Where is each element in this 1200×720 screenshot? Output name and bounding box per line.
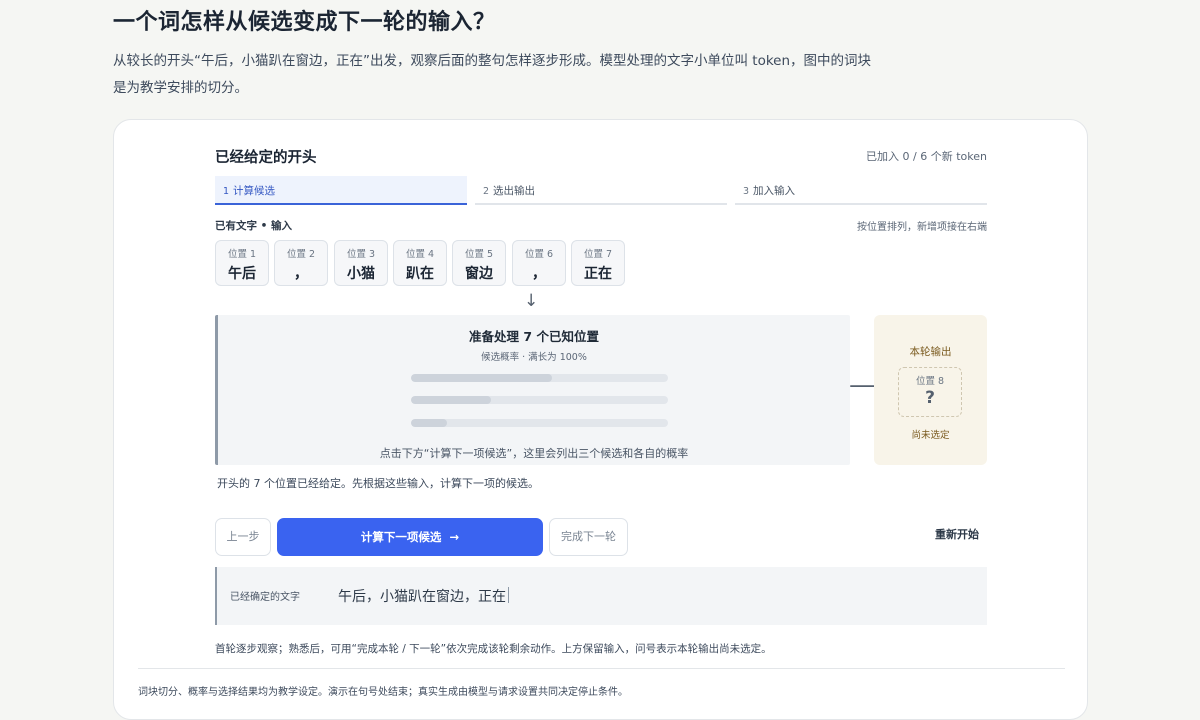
placeholder-bar-fill bbox=[411, 396, 491, 404]
step-append-input: 3 加入输入 bbox=[735, 176, 987, 205]
token-chip: 位置 3 小猫 bbox=[334, 240, 388, 286]
existing-text-label: 已有文字 • 输入 bbox=[215, 220, 293, 232]
output-position: 位置 8 bbox=[915, 376, 945, 387]
token-text: 午后 bbox=[228, 266, 256, 282]
token-text: ， bbox=[532, 266, 546, 282]
question-mark-icon: ? bbox=[925, 388, 935, 408]
prev-button[interactable]: 上一步 bbox=[215, 518, 271, 556]
placeholder-bar bbox=[411, 419, 668, 427]
text-cursor bbox=[508, 587, 509, 603]
demo-card: 已经给定的开头 已加入 0 / 6 个新 token 1 计算候选 2 选出输出 3… bbox=[113, 119, 1088, 720]
output-slot: 位置 8 ? bbox=[898, 367, 962, 417]
token-position: 位置 2 bbox=[286, 249, 316, 260]
token-position: 位置 3 bbox=[346, 249, 376, 260]
footer-hint: 首轮逐步观察；熟悉后，可用“完成本轮 / 下一轮”依次完成该轮剩余动作。上方保留… bbox=[215, 643, 772, 655]
token-position: 位置 1 bbox=[227, 249, 257, 260]
placeholder-bar-fill bbox=[411, 419, 447, 427]
step-note: 开头的 7 个位置已经给定。先根据这些输入，计算下一项的候选。 bbox=[217, 477, 539, 490]
token-chip: 位置 7 正在 bbox=[571, 240, 625, 286]
token-text: 正在 bbox=[584, 266, 612, 282]
step-select-output: 2 选出输出 bbox=[475, 176, 727, 205]
placeholder-bar-fill bbox=[411, 374, 553, 382]
footer-note: 词块切分、概率与选择结果均为教学设定。演示在句号处结束；真实生成由模型与请求设置… bbox=[138, 687, 628, 698]
token-text: 窗边 bbox=[465, 266, 493, 282]
token-position: 位置 7 bbox=[583, 249, 613, 260]
divider bbox=[138, 668, 1065, 669]
compute-candidates-button[interactable]: 计算下一项候选 → bbox=[277, 518, 543, 556]
output-panel: 本轮输出 位置 8 ? 尚未选定 bbox=[874, 315, 987, 465]
step-number: 2 bbox=[483, 186, 490, 197]
step-number: 1 bbox=[223, 186, 230, 197]
confirmed-text-label: 已经确定的文字 bbox=[230, 592, 300, 603]
token-chip: 位置 1 午后 bbox=[215, 240, 269, 286]
order-hint: 按位置排列，新增项接在右端 bbox=[857, 222, 987, 233]
output-status: 尚未选定 bbox=[911, 430, 950, 441]
page-description: 从较长的开头“午后，小猫趴在窗边，正在”出发，观察后面的整句怎样逐步形成。模型处… bbox=[113, 53, 872, 96]
step-tabs: 1 计算候选 2 选出输出 3 加入输入 bbox=[215, 176, 987, 206]
token-text: 小猫 bbox=[347, 266, 375, 282]
token-text: ， bbox=[294, 266, 308, 282]
step-compute-candidates: 1 计算候选 bbox=[215, 176, 467, 205]
step-label: 选出输出 bbox=[493, 185, 536, 197]
arrow-right-icon: → bbox=[449, 530, 460, 544]
step-label: 计算候选 bbox=[233, 185, 276, 197]
token-chip: 位置 2 ， bbox=[274, 240, 328, 286]
step-number: 3 bbox=[743, 186, 750, 197]
page-title: 一个词怎样从候选变成下一轮的输入？ bbox=[113, 10, 496, 35]
candidate-panel-subtitle: 候选概率 · 满长为 100% bbox=[481, 352, 587, 363]
restart-button[interactable]: 重新开始 bbox=[927, 516, 987, 554]
compute-button-label: 计算下一项候选 bbox=[360, 530, 442, 544]
token-position: 位置 6 bbox=[524, 249, 554, 260]
placeholder-bar bbox=[411, 396, 668, 404]
token-position: 位置 5 bbox=[464, 249, 494, 260]
token-position: 位置 4 bbox=[405, 249, 435, 260]
placeholder-bar bbox=[411, 374, 668, 382]
token-chip: 位置 6 ， bbox=[512, 240, 566, 286]
output-title: 本轮输出 bbox=[909, 346, 952, 358]
token-counter: 已加入 0 / 6 个新 token bbox=[866, 150, 987, 163]
token-chip: 位置 5 窗边 bbox=[452, 240, 506, 286]
section-title: 已经给定的开头 bbox=[215, 150, 317, 166]
arrow-down-icon: ↓ bbox=[524, 291, 539, 311]
token-chip: 位置 4 趴在 bbox=[393, 240, 447, 286]
confirmed-text-value: 午后，小猫趴在窗边，正在 bbox=[338, 586, 509, 606]
candidate-panel-title: 准备处理 7 个已知位置 bbox=[469, 329, 599, 344]
candidate-panel: 准备处理 7 个已知位置 候选概率 · 满长为 100% 点击下方“计算下一项候… bbox=[215, 315, 850, 465]
token-text: 趴在 bbox=[406, 266, 434, 282]
confirmed-text-box: 已经确定的文字 午后，小猫趴在窗边，正在 bbox=[215, 567, 987, 625]
step-label: 加入输入 bbox=[753, 185, 796, 197]
confirmed-text: 午后，小猫趴在窗边，正在 bbox=[338, 589, 506, 605]
finish-round-button[interactable]: 完成下一轮 bbox=[549, 518, 628, 556]
candidate-panel-hint: 点击下方“计算下一项候选”，这里会列出三个候选和各自的概率 bbox=[379, 447, 689, 460]
